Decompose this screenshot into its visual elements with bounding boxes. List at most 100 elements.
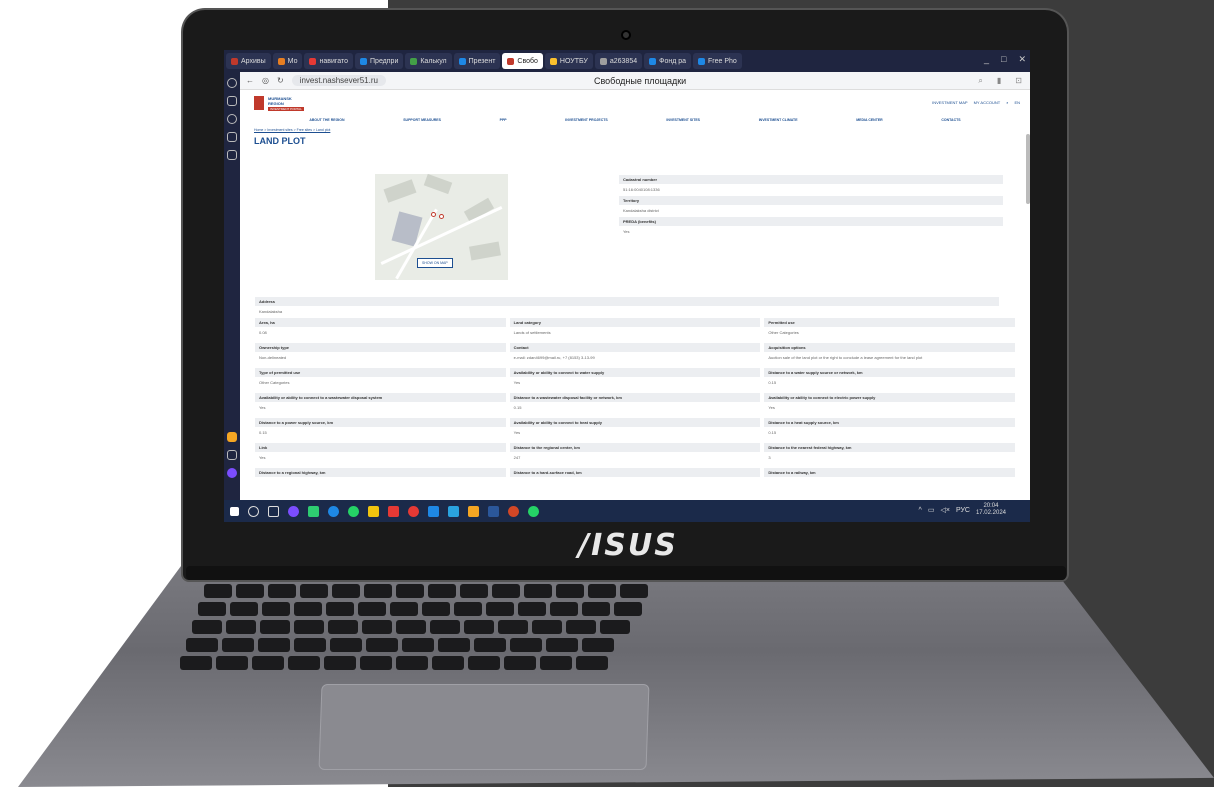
keyboard-key[interactable] [288, 656, 320, 670]
keyboard-key[interactable] [620, 584, 648, 598]
keyboard-key[interactable] [268, 584, 296, 598]
keyboard-key[interactable] [460, 584, 488, 598]
mail-icon[interactable] [227, 432, 237, 442]
show-on-map-button[interactable]: SHOW ON MAP [417, 258, 453, 268]
keyboard-key[interactable] [326, 602, 354, 616]
keyboard-key[interactable] [464, 620, 494, 634]
keyboard-key[interactable] [186, 638, 218, 652]
word-icon[interactable] [488, 505, 499, 517]
keyboard-key[interactable] [180, 656, 212, 670]
keyboard-key[interactable] [300, 584, 328, 598]
account-link[interactable]: MY ACCOUNT [974, 100, 1001, 105]
browser-tab[interactable]: a263854 [594, 53, 643, 69]
keyboard-key[interactable] [550, 602, 578, 616]
keyboard-key[interactable] [294, 602, 322, 616]
keyboard-key[interactable] [252, 656, 284, 670]
keyboard-key[interactable] [262, 602, 290, 616]
keyboard-key[interactable] [614, 602, 642, 616]
back-icon[interactable]: ← [246, 76, 254, 85]
browser-tab[interactable]: Фонд ра [644, 53, 692, 69]
browser-tab[interactable]: НОУТБУ [544, 53, 593, 69]
yandex-icon[interactable] [388, 505, 399, 517]
keyboard-key[interactable] [588, 584, 616, 598]
whatsapp-icon[interactable] [528, 505, 539, 517]
telegram-icon[interactable] [448, 505, 459, 517]
keyboard-key[interactable] [524, 584, 552, 598]
volume-icon[interactable]: ◁× [940, 506, 949, 514]
keyboard-key[interactable] [582, 602, 610, 616]
keyboard-key[interactable] [566, 620, 596, 634]
search-icon[interactable]: ⌕ [1006, 100, 1008, 105]
keyboard-key[interactable] [236, 584, 264, 598]
browser-tab[interactable]: Предпри [355, 53, 404, 69]
location-pin-icon[interactable] [431, 212, 436, 217]
task-view-icon[interactable] [268, 505, 279, 517]
chevron-up-icon[interactable]: ^ [919, 507, 922, 514]
video-icon[interactable] [227, 114, 237, 124]
keyboard-key[interactable] [600, 620, 630, 634]
explorer-icon[interactable] [368, 505, 379, 517]
browser-icon[interactable] [328, 505, 339, 517]
network-icon[interactable]: ▭ [928, 506, 935, 514]
region-logo-icon[interactable] [254, 96, 264, 110]
keyboard-key[interactable] [204, 584, 232, 598]
reload-icon[interactable]: ↻ [277, 76, 284, 85]
keyboard-key[interactable] [330, 638, 362, 652]
whatsapp-icon[interactable] [348, 505, 359, 517]
close-icon[interactable]: ✕ [1018, 54, 1026, 65]
search-icon[interactable]: ⌕ [978, 76, 982, 86]
keyboard-key[interactable] [192, 620, 222, 634]
browser-tab[interactable]: Калькул [405, 53, 452, 69]
keyboard-key[interactable] [504, 656, 536, 670]
keyboard-key[interactable] [486, 602, 514, 616]
yandex-browser-icon[interactable] [408, 505, 419, 517]
browser-tab[interactable]: Архивы [226, 53, 271, 69]
keyboard-key[interactable] [428, 584, 456, 598]
mail-icon[interactable] [428, 505, 439, 517]
notes-icon[interactable] [227, 150, 237, 160]
keyboard-key[interactable] [230, 602, 258, 616]
extensions-icon[interactable]: ⊡ [1015, 76, 1022, 86]
keyboard-key[interactable] [396, 584, 424, 598]
calendar-icon[interactable] [227, 132, 237, 142]
keyboard-key[interactable] [510, 638, 542, 652]
history-icon[interactable] [227, 78, 237, 88]
keyboard-key[interactable] [198, 602, 226, 616]
keyboard-key[interactable] [582, 638, 614, 652]
keyboard-key[interactable] [556, 584, 584, 598]
location-map[interactable]: SHOW ON MAP [375, 174, 508, 280]
minimize-icon[interactable]: _ [984, 54, 989, 65]
clock[interactable]: 20:04 17.02.2024 [976, 503, 1006, 517]
keyboard-key[interactable] [422, 602, 450, 616]
powerpoint-icon[interactable] [508, 505, 519, 517]
keyboard-key[interactable] [474, 638, 506, 652]
keyboard-key[interactable] [402, 638, 434, 652]
touchpad[interactable] [318, 684, 650, 770]
browser-tab[interactable]: Свобо [502, 53, 543, 69]
keyboard-key[interactable] [226, 620, 256, 634]
keyboard-key[interactable] [468, 656, 500, 670]
keyboard-key[interactable] [360, 656, 392, 670]
keyboard-key[interactable] [328, 620, 358, 634]
assistant-icon[interactable] [227, 468, 237, 478]
keyboard-key[interactable] [222, 638, 254, 652]
keyboard-key[interactable] [358, 602, 386, 616]
keyboard-key[interactable] [454, 602, 482, 616]
keyboard-key[interactable] [216, 656, 248, 670]
keyboard-key[interactable] [492, 584, 520, 598]
lang-indicator[interactable]: РУС [956, 507, 970, 514]
keyboard-key[interactable] [362, 620, 392, 634]
keyboard-key[interactable] [498, 620, 528, 634]
browser-tab[interactable]: Free Pho [693, 53, 742, 69]
keyboard-key[interactable] [390, 602, 418, 616]
keyboard-key[interactable] [332, 584, 360, 598]
add-icon[interactable] [227, 450, 237, 460]
keyboard-key[interactable] [438, 638, 470, 652]
page-scrollbar[interactable] [1026, 134, 1030, 204]
browser-tab[interactable]: навигато [304, 53, 354, 69]
keyboard-key[interactable] [258, 638, 290, 652]
browser-tab[interactable]: Мо [272, 53, 303, 69]
app-icon[interactable] [308, 505, 319, 517]
keyboard-key[interactable] [430, 620, 460, 634]
tracking-icon[interactable]: ◎ [262, 76, 269, 85]
